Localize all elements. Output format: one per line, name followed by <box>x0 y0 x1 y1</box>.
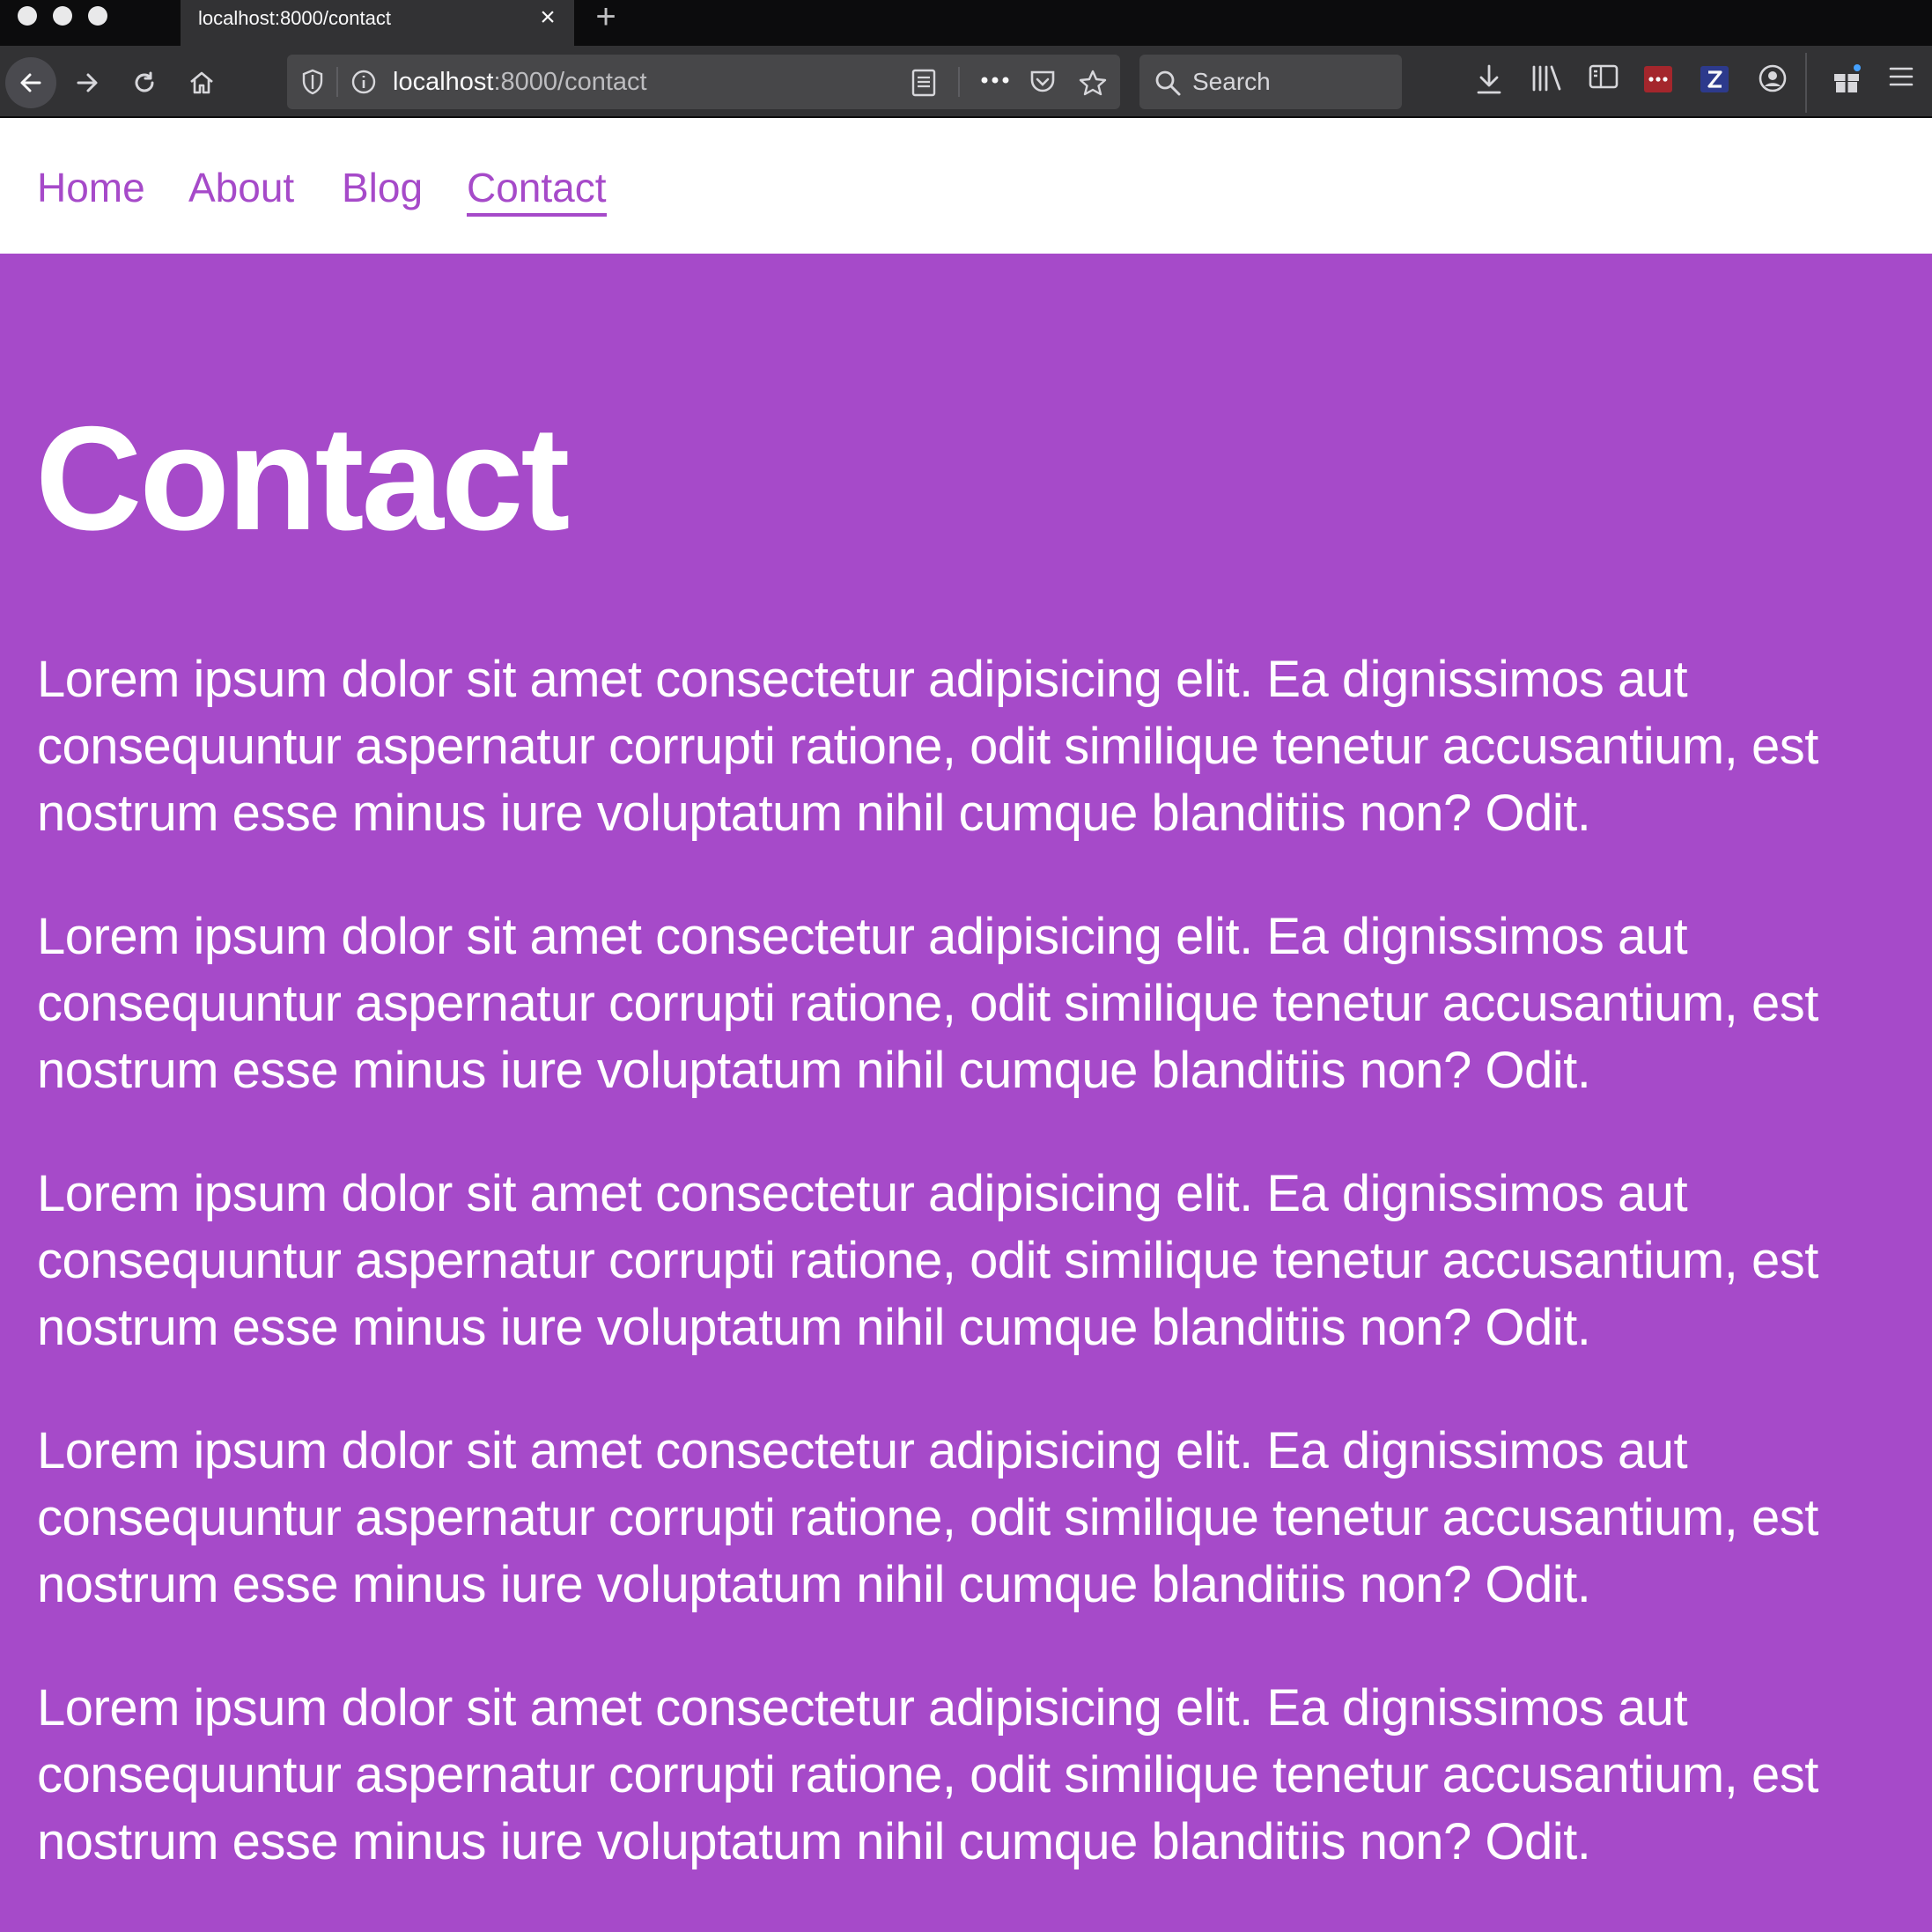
sidebar-icon[interactable] <box>1589 63 1619 94</box>
forward-icon[interactable] <box>62 57 113 108</box>
site-nav: Home About Blog Contact <box>0 118 1932 254</box>
page-actions-icon[interactable] <box>979 74 1011 91</box>
nav-link-contact[interactable]: Contact <box>467 164 607 217</box>
url-text[interactable]: localhost:8000/contact <box>393 55 647 109</box>
browser-titlebar: localhost:8000/contact × + <box>0 0 1932 46</box>
back-icon[interactable] <box>5 57 56 108</box>
site-info-icon[interactable] <box>350 69 377 100</box>
page-viewport: Home About Blog Contact Contact Lorem ip… <box>0 118 1932 1870</box>
gift-icon[interactable] <box>1832 63 1863 100</box>
window-minimize-dot[interactable] <box>53 6 72 26</box>
address-bar[interactable]: localhost:8000/contact <box>287 55 1120 109</box>
nav-link-blog[interactable]: Blog <box>342 164 423 211</box>
search-icon <box>1154 69 1182 101</box>
tracking-shield-icon[interactable] <box>301 69 324 100</box>
reload-icon[interactable] <box>119 57 170 108</box>
reader-view-icon[interactable] <box>911 69 937 101</box>
nav-link-about[interactable]: About <box>188 164 294 211</box>
search-bar[interactable]: Search <box>1139 55 1402 109</box>
content-body: Lorem ipsum dolor sit amet consectetur a… <box>37 646 1921 1932</box>
nav-link-home[interactable]: Home <box>37 164 145 211</box>
body-paragraph: Lorem ipsum dolor sit amet consectetur a… <box>37 908 1818 1099</box>
body-paragraph: Lorem ipsum dolor sit amet consectetur a… <box>37 1165 1818 1356</box>
urlbar-divider <box>958 67 960 97</box>
extension-lastpass-icon[interactable] <box>1643 65 1673 98</box>
library-icon[interactable] <box>1530 63 1562 96</box>
browser-tab[interactable]: localhost:8000/contact × <box>181 0 574 46</box>
tab-title: localhost:8000/contact <box>198 7 391 29</box>
toolbar-divider <box>1805 53 1807 113</box>
extension-zotero-icon[interactable] <box>1700 65 1729 98</box>
pocket-icon[interactable] <box>1029 69 1057 100</box>
bookmark-star-icon[interactable] <box>1078 69 1108 101</box>
url-host: localhost <box>393 68 494 96</box>
body-paragraph: Lorem ipsum dolor sit amet consectetur a… <box>37 1422 1818 1613</box>
hamburger-menu-icon[interactable] <box>1888 63 1914 94</box>
browser-toolbar: localhost:8000/contact Search <box>0 46 1932 118</box>
body-paragraph: Lorem ipsum dolor sit amet consectetur a… <box>37 1679 1818 1870</box>
close-tab-icon[interactable]: × <box>535 4 560 31</box>
urlbar-divider <box>336 67 338 97</box>
window-close-dot[interactable] <box>18 6 37 26</box>
page-title: Contact <box>35 395 570 561</box>
new-tab-icon[interactable]: + <box>588 0 623 35</box>
downloads-icon[interactable] <box>1476 63 1502 100</box>
body-paragraph: Lorem ipsum dolor sit amet consectetur a… <box>37 651 1818 842</box>
search-placeholder: Search <box>1192 68 1271 95</box>
url-path: :8000/contact <box>493 68 647 96</box>
home-icon[interactable] <box>175 57 226 108</box>
account-icon[interactable] <box>1758 63 1788 98</box>
window-maximize-dot[interactable] <box>88 6 107 26</box>
